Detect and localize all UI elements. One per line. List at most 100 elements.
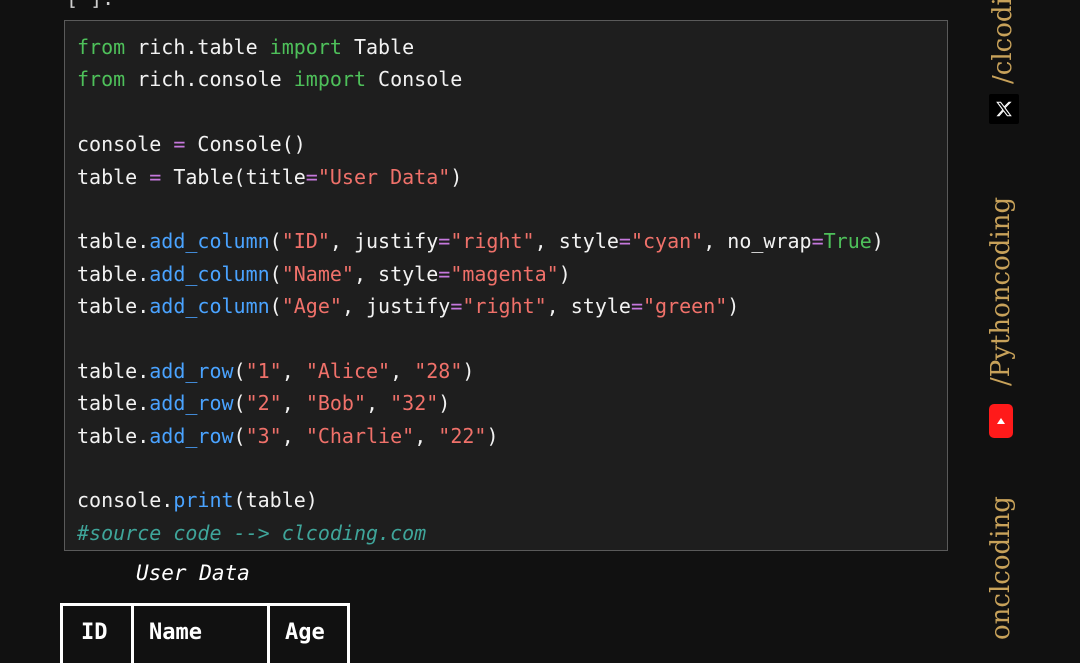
code-token: table. [77,391,150,416]
code-line: console.print(table) [77,484,884,516]
code-cell[interactable]: from rich.table import Table from rich.co… [64,20,948,551]
code-line: table = Table(title="User Data") [77,161,884,193]
code-token: ( [233,391,246,416]
code-token: "magenta" [450,261,559,286]
code-token: from [77,35,126,59]
code-token: True [823,229,872,254]
code-token: table. [77,261,150,286]
code-token: "1" [245,358,282,383]
code-token: console [77,132,174,157]
x-logo-icon[interactable] [989,94,1019,124]
code-token: , [281,358,306,383]
sidebar-handle-bottom[interactable]: onclcoding [986,496,1016,640]
code-token: "right" [450,229,535,254]
code-token: = [811,229,824,254]
code-token: add_column [149,229,270,254]
code-token: add_row [149,358,234,383]
code-editor[interactable]: from rich.table import Table from rich.co… [77,31,884,549]
code-token: = [438,229,451,254]
code-token: ) [486,423,499,448]
table-header-name: Name [149,620,202,645]
code-token: ( [233,423,246,448]
code-token: (table) [233,488,318,513]
code-token: "Name" [281,261,354,286]
code-token: rich.table [125,35,270,59]
code-token: = [630,294,643,319]
code-line: from rich.console import Console [77,63,884,95]
code-token: "right" [462,294,547,319]
code-token: "32" [390,391,439,416]
code-token: , [281,423,306,448]
code-token: , justify [341,294,451,319]
code-token: , justify [329,229,439,254]
code-line: table.add_row("2", "Bob", "32") [77,387,884,419]
code-token: table [77,164,150,189]
code-token: ) [727,294,740,319]
code-token: table. [77,423,150,448]
code-line: table.add_column("Name", style="magenta"… [77,258,884,290]
code-token: add_row [149,391,234,416]
code-token: , no_wrap [703,229,812,254]
code-token: "Age" [281,294,342,319]
code-token: = [173,132,186,157]
code-token: ) [438,391,451,416]
code-token: , style [534,229,619,254]
code-token: , [390,358,415,383]
code-token: ) [450,164,463,189]
code-token: , style [353,261,439,286]
code-token: Table [341,35,415,59]
code-token: "3" [245,423,282,448]
code-token: ( [269,229,282,254]
code-token: console. [77,488,174,513]
output-table: ID Name Age [60,603,350,663]
code-token: add_column [149,294,270,319]
code-token: table. [77,294,150,319]
code-token: "28" [414,358,463,383]
table-divider [131,606,134,663]
table-divider [267,606,270,663]
code-token: "22" [438,423,487,448]
code-token: Table(title [161,164,306,189]
code-token: ) [871,229,884,254]
code-token: "green" [643,294,728,319]
code-line: console = Console() [77,128,884,160]
table-header-id: ID [81,620,108,645]
sidebar-handle-middle[interactable]: /Pythoncoding [986,197,1016,386]
code-token: = [438,261,451,286]
code-token: "Alice" [305,358,391,383]
code-line: table.add_row("3", "Charlie", "22") [77,420,884,452]
code-line: table.add_column("Age", justify="right",… [77,290,884,322]
sidebar-handle-top[interactable]: /clcodi [988,0,1018,84]
code-token: "User Data" [317,164,451,189]
table-header-age: Age [285,620,325,645]
code-token: ) [462,358,475,383]
code-token: add_row [149,423,234,448]
code-token: "ID" [281,229,330,254]
code-token: ( [233,358,246,383]
code-token: = [149,164,162,189]
code-token: table. [77,358,150,383]
output-table-title: User Data [136,561,250,585]
youtube-icon[interactable] [989,404,1013,438]
code-token: rich.console [125,67,294,92]
code-token: import [269,35,342,59]
code-token: "2" [245,391,282,416]
code-token: , [414,423,439,448]
code-token: ) [558,261,571,286]
code-line: from rich.table import Table [77,31,884,63]
code-token: , style [546,294,631,319]
code-token: "cyan" [630,229,704,254]
code-token: import [293,67,366,92]
code-line: table.add_row("1", "Alice", "28") [77,355,884,387]
code-token: Console() [185,132,306,157]
code-line: #source code --> clcoding.com [77,517,884,549]
code-token: ( [269,294,282,319]
code-token: = [450,294,463,319]
code-token: "Charlie" [305,423,415,448]
code-token: Console [366,67,463,92]
code-token: add_column [149,261,270,286]
